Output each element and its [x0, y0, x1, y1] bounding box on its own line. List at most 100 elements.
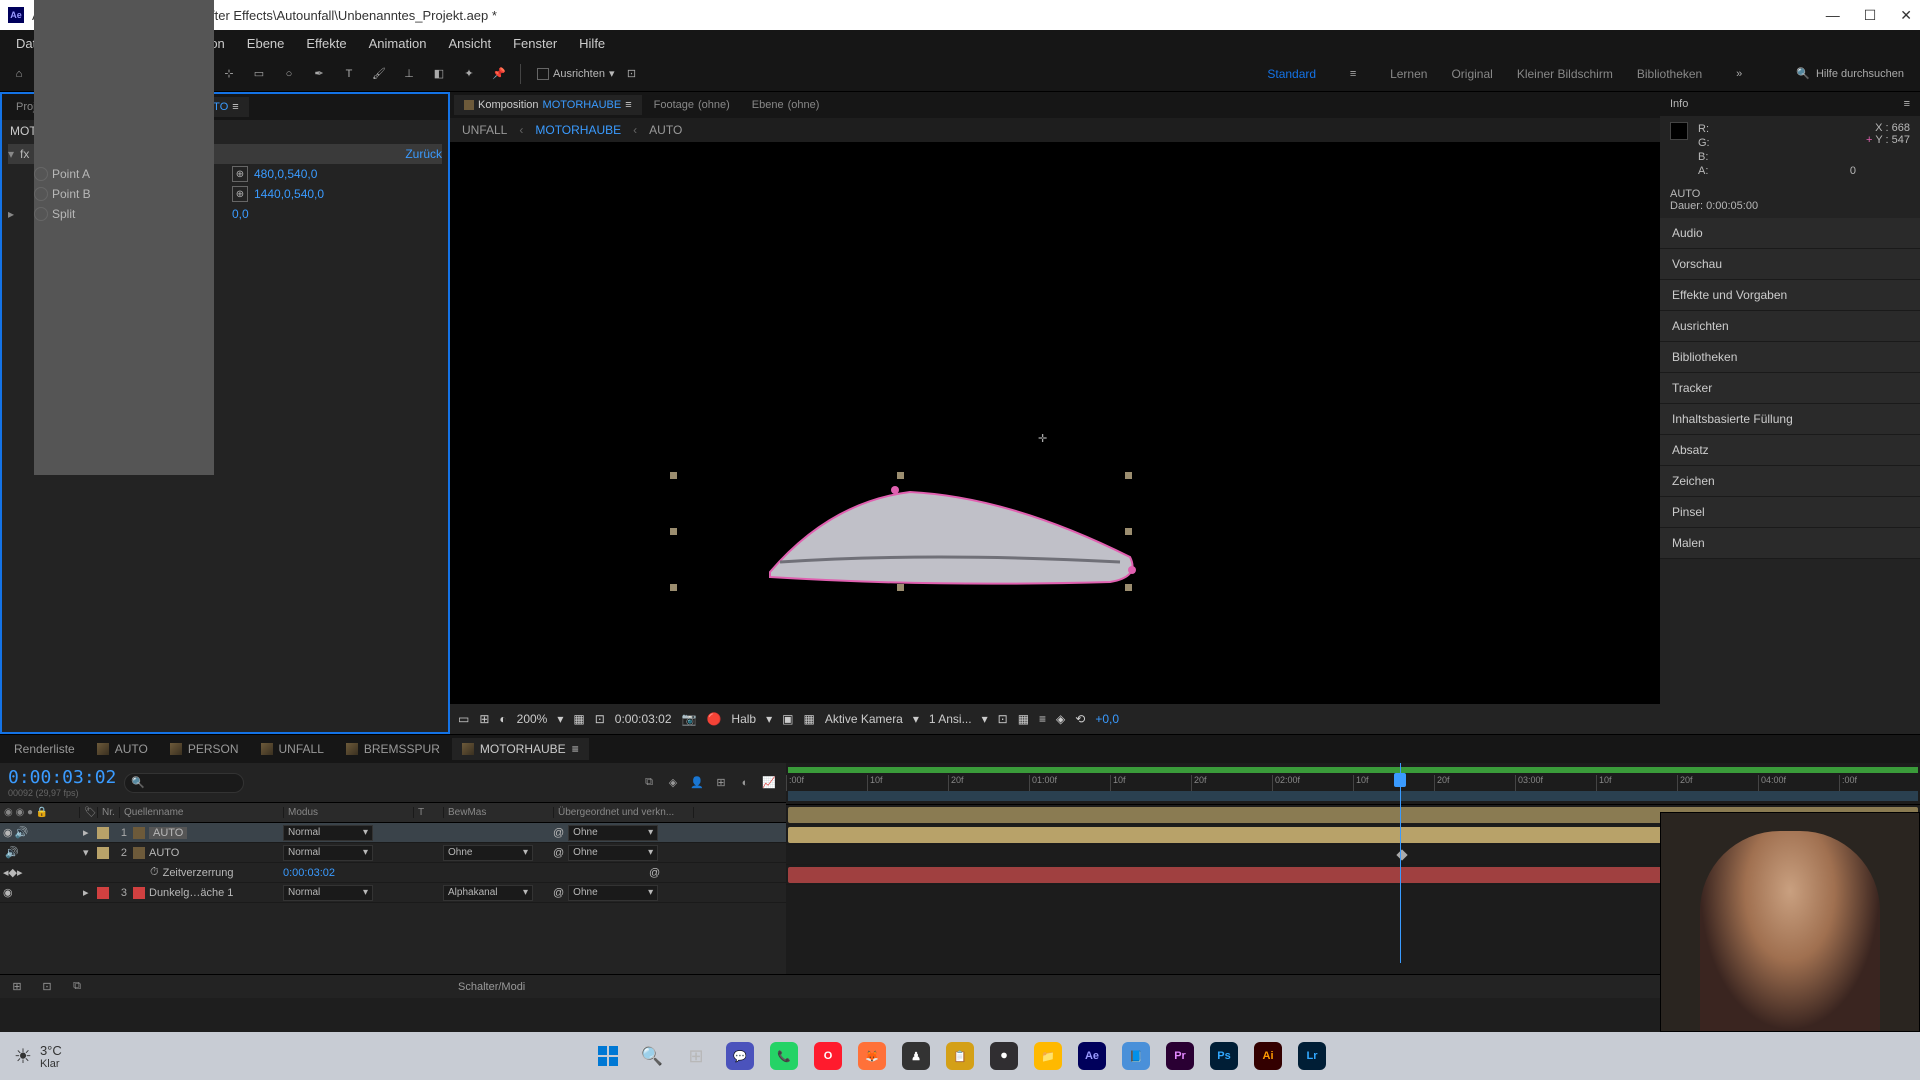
taskbar-obs-icon[interactable]: ⏺ [984, 1038, 1024, 1074]
viewer-time[interactable]: 0:00:03:02 [615, 712, 672, 726]
pen-tool-icon[interactable]: ✒ [306, 61, 332, 87]
crosshair-icon[interactable]: ⊕ [232, 186, 248, 202]
brush-tool-icon[interactable]: 🖌 [366, 61, 392, 87]
taskbar-lightroom-icon[interactable]: Lr [1292, 1038, 1332, 1074]
taskbar-photoshop-icon[interactable]: Ps [1204, 1038, 1244, 1074]
crumb-unfall[interactable]: UNFALL [462, 123, 507, 137]
tab-renderliste[interactable]: Renderliste [4, 738, 85, 760]
transform-handle[interactable] [670, 528, 677, 535]
ellipse-tool-icon[interactable]: ○ [276, 61, 302, 87]
panel-malen[interactable]: Malen [1660, 528, 1920, 559]
grid-icon[interactable]: ⊞ [479, 712, 489, 726]
visibility-icon[interactable]: ◉ [3, 826, 13, 839]
visibility-icon[interactable]: ◉ [3, 886, 13, 899]
transform-handle[interactable] [1125, 528, 1132, 535]
audio-icon[interactable]: 🔊 [15, 826, 29, 839]
panel-absatz[interactable]: Absatz [1660, 435, 1920, 466]
roto-tool-icon[interactable]: ✦ [456, 61, 482, 87]
tab-bremsspur[interactable]: BREMSSPUR [336, 738, 450, 760]
timeline-timecode[interactable]: 0:00:03:02 [8, 767, 116, 788]
pickwhip-icon[interactable]: @ [553, 847, 564, 859]
workspace-lernen[interactable]: Lernen [1390, 67, 1427, 81]
timeline-layer-2[interactable]: 🔊 ▾ 2 AUTO Normal▾ Ohne▾ @Ohne▾ [0, 843, 786, 863]
exposure-value[interactable]: +0,0 [1095, 712, 1119, 726]
taskbar-illustrator-icon[interactable]: Ai [1248, 1038, 1288, 1074]
pixel-aspect-icon[interactable]: ⊡ [998, 712, 1008, 726]
puppet-tool-icon[interactable]: 📌 [486, 61, 512, 87]
taskbar-firefox-icon[interactable]: 🦊 [852, 1038, 892, 1074]
transform-handle[interactable] [1125, 584, 1132, 591]
menu-effekte[interactable]: Effekte [296, 32, 356, 55]
panel-vorschau[interactable]: Vorschau [1660, 249, 1920, 280]
viewer-tab-ebene[interactable]: Ebene (ohne) [742, 95, 830, 115]
blend-mode-dropdown[interactable]: Normal▾ [283, 885, 373, 901]
clone-tool-icon[interactable]: ⊥ [396, 61, 422, 87]
magnify-icon[interactable]: ▭ [458, 712, 469, 726]
transform-handle[interactable] [670, 472, 677, 479]
toggle-in-out-icon[interactable]: ⧉ [68, 978, 86, 996]
taskbar-premiere-icon[interactable]: Pr [1160, 1038, 1200, 1074]
workspace-kleiner[interactable]: Kleiner Bildschirm [1517, 67, 1613, 81]
expand-icon[interactable]: ▾ [8, 147, 20, 161]
anchor-point-icon[interactable]: ✛ [1038, 432, 1052, 446]
taskbar-whatsapp-icon[interactable]: 📞 [764, 1038, 804, 1074]
transform-handle[interactable] [670, 584, 677, 591]
panel-menu-icon[interactable]: ≡ [1904, 98, 1910, 110]
panel-menu-icon[interactable]: ≡ [232, 101, 238, 113]
resolution-dropdown[interactable]: Halb [731, 712, 756, 726]
workspace-bibliotheken[interactable]: Bibliotheken [1637, 67, 1702, 81]
snap-checkbox[interactable]: Ausrichten ▾ [537, 67, 615, 80]
taskbar-app-icon[interactable]: 📘 [1116, 1038, 1156, 1074]
draft3d-icon[interactable]: ◈ [664, 774, 682, 792]
layer-shape[interactable] [730, 462, 1170, 622]
mask-icon[interactable]: ◐ [499, 712, 506, 726]
zoom-dropdown-icon[interactable]: ▾ [557, 712, 563, 726]
snapshot-icon[interactable]: 📷 [682, 712, 697, 726]
crumb-auto[interactable]: AUTO [649, 123, 682, 137]
panel-pinsel[interactable]: Pinsel [1660, 497, 1920, 528]
help-search[interactable]: 🔍 Hilfe durchsuchen [1796, 67, 1904, 80]
pickwhip-icon[interactable]: @ [553, 827, 564, 839]
motion-blur-icon[interactable]: ◐ [736, 774, 754, 792]
toggle-switches-icon[interactable]: ⊞ [8, 978, 26, 996]
text-tool-icon[interactable]: T [336, 61, 362, 87]
effect-reset-link[interactable]: Zurück [405, 147, 442, 161]
stopwatch-icon[interactable] [34, 187, 48, 201]
menu-hilfe[interactable]: Hilfe [569, 32, 615, 55]
panel-effekte-vorgaben[interactable]: Effekte und Vorgaben [1660, 280, 1920, 311]
menu-fenster[interactable]: Fenster [503, 32, 567, 55]
comp-mini-flowchart-icon[interactable]: ⧉ [640, 774, 658, 792]
resolution-dropdown-icon[interactable]: ▾ [766, 712, 772, 726]
stopwatch-icon[interactable] [34, 167, 48, 181]
taskbar-taskview-icon[interactable]: ⊞ [676, 1038, 716, 1074]
graph-editor-icon[interactable]: 📈 [760, 774, 778, 792]
prop-value[interactable]: 0:00:03:02 [280, 867, 338, 879]
viewer-canvas[interactable]: ✛ [450, 142, 1660, 704]
camera-dropdown[interactable]: Aktive Kamera [825, 712, 903, 726]
rect-tool-icon[interactable]: ▭ [246, 61, 272, 87]
panel-bibliotheken[interactable]: Bibliotheken [1660, 342, 1920, 373]
panel-ausrichten[interactable]: Ausrichten [1660, 311, 1920, 342]
minimize-button[interactable]: — [1826, 7, 1840, 24]
snap-option-icon[interactable]: ⊡ [619, 61, 645, 87]
prop-value[interactable]: 1440,0,540,0 [254, 187, 324, 201]
playhead[interactable] [1400, 763, 1401, 963]
comp-flowchart-icon[interactable]: ◈ [1056, 712, 1065, 726]
taskbar-explorer-icon[interactable]: 📁 [1028, 1038, 1068, 1074]
start-button[interactable] [588, 1038, 628, 1074]
prop-value[interactable]: 480,0,540,0 [254, 167, 317, 181]
reset-exposure-icon[interactable]: ⟲ [1075, 712, 1085, 726]
timeline-ruler[interactable]: :00f 10f 20f 01:00f 10f 20f 02:00f 10f 2… [786, 763, 1920, 805]
taskbar-aftereffects-icon[interactable]: Ae [1072, 1038, 1112, 1074]
stopwatch-icon[interactable]: ⏱ [150, 866, 159, 879]
zoom-value[interactable]: 200% [517, 712, 548, 726]
pickwhip-icon[interactable]: @ [649, 867, 660, 879]
workspace-original[interactable]: Original [1451, 67, 1492, 81]
blend-mode-dropdown[interactable]: Normal▾ [283, 825, 373, 841]
audio-icon[interactable]: 🔊 [5, 846, 19, 859]
panel-zeichen[interactable]: Zeichen [1660, 466, 1920, 497]
transform-handle[interactable] [1125, 472, 1132, 479]
tab-auto[interactable]: AUTO [87, 738, 158, 760]
workspace-menu-icon[interactable]: ≡ [1340, 61, 1366, 87]
parent-dropdown[interactable]: Ohne▾ [568, 885, 658, 901]
